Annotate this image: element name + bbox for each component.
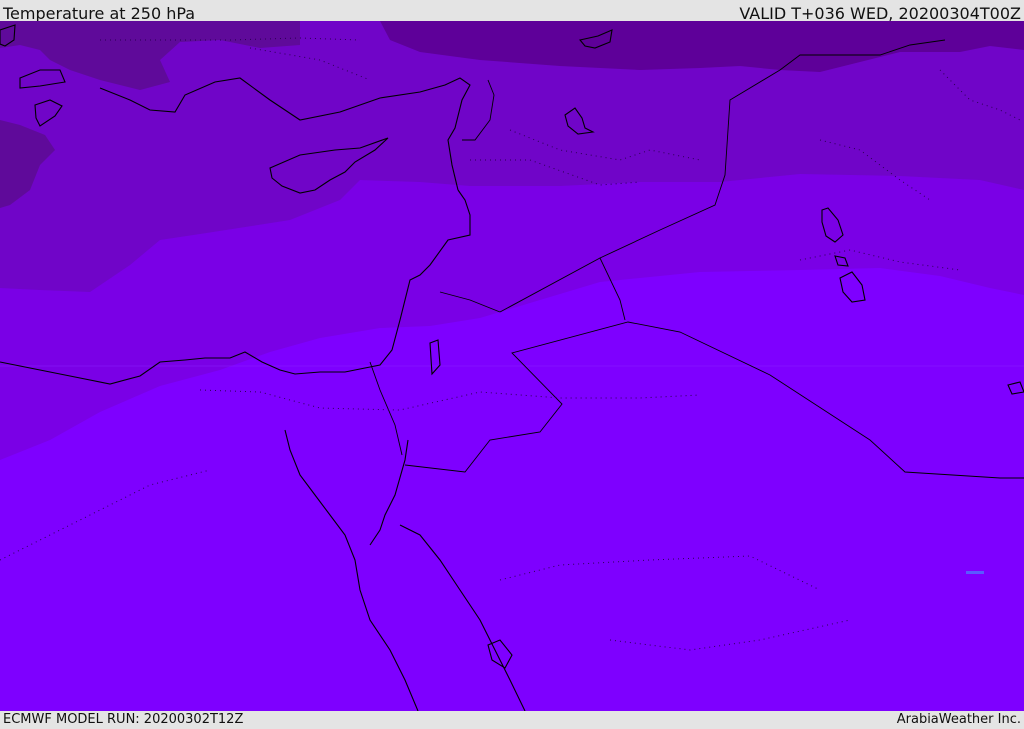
map-canvas xyxy=(0,21,1024,711)
footer-bar: ECMWF MODEL RUN: 20200302T12Z ArabiaWeat… xyxy=(0,711,1024,729)
brand-label: ArabiaWeather Inc. xyxy=(896,712,1021,727)
weather-map-frame: Temperature at 250 hPa VALID T+036 WED, … xyxy=(0,0,1024,729)
lake-marker xyxy=(966,571,984,574)
header-bar: Temperature at 250 hPa VALID T+036 WED, … xyxy=(0,0,1024,21)
valid-time-label: VALID T+036 WED, 20200304T00Z xyxy=(739,4,1021,21)
temperature-map xyxy=(0,21,1024,711)
map-title: Temperature at 250 hPa xyxy=(3,4,196,21)
model-run-label: ECMWF MODEL RUN: 20200302T12Z xyxy=(3,712,244,727)
